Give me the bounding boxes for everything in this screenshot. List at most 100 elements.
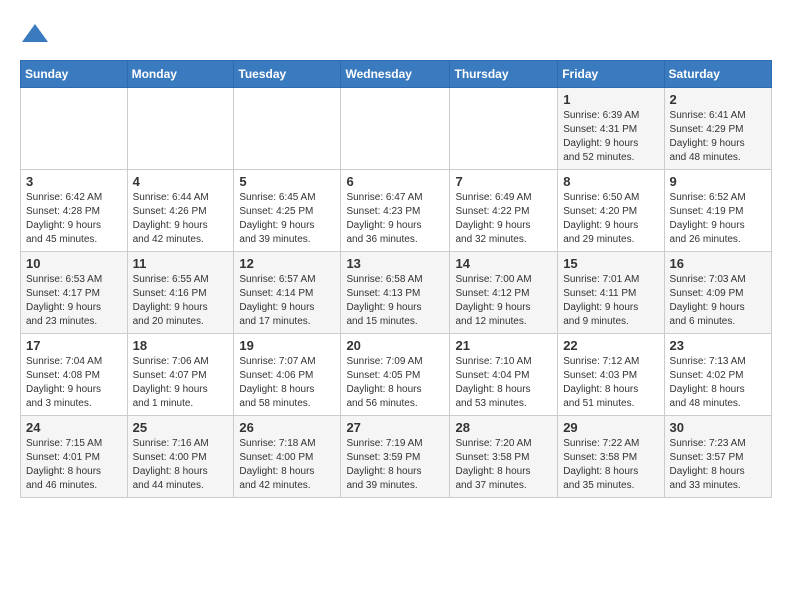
calendar-cell: 13 Sunrise: 6:58 AM Sunset: 4:13 PM Dayli… — [341, 252, 450, 334]
day-info: Sunrise: 7:12 AM Sunset: 4:03 PM Dayligh… — [563, 355, 658, 411]
day-number: 16 — [670, 256, 766, 271]
day-number: 23 — [670, 338, 766, 353]
logo — [20, 20, 54, 50]
day-number: 7 — [455, 174, 552, 189]
calendar-cell — [21, 88, 128, 170]
calendar-cell: 3Sunrise: 6:42 AM Sunset: 4:28 PM Daylig… — [21, 170, 128, 252]
day-info: Sunrise: 7:20 AM Sunset: 3:58 PM Dayligh… — [455, 437, 552, 493]
day-number: 8 — [563, 174, 658, 189]
day-number: 28 — [455, 420, 552, 435]
weekday-header-saturday: Saturday — [664, 61, 771, 88]
day-info: Sunrise: 7:18 AM Sunset: 4:00 PM Dayligh… — [239, 437, 335, 493]
day-info: Sunrise: 6:41 AM Sunset: 4:29 PM Dayligh… — [670, 109, 766, 165]
calendar-week-row: 3Sunrise: 6:42 AM Sunset: 4:28 PM Daylig… — [21, 170, 772, 252]
calendar-cell — [450, 88, 558, 170]
day-info: Sunrise: 6:57 AM Sunset: 4:14 PM Dayligh… — [239, 273, 335, 329]
day-number: 19 — [239, 338, 335, 353]
calendar-cell: 16 Sunrise: 7:03 AM Sunset: 4:09 PM Dayli… — [664, 252, 771, 334]
day-info: Sunrise: 7:23 AM Sunset: 3:57 PM Dayligh… — [670, 437, 766, 493]
day-number: 20 — [346, 338, 444, 353]
calendar-cell: 25 Sunrise: 7:16 AM Sunset: 4:00 PM Dayli… — [127, 416, 234, 498]
day-number: 2 — [670, 92, 766, 107]
calendar-cell: 12 Sunrise: 6:57 AM Sunset: 4:14 PM Dayli… — [234, 252, 341, 334]
day-info: Sunrise: 6:52 AM Sunset: 4:19 PM Dayligh… — [670, 191, 766, 247]
day-info: Sunrise: 7:00 AM Sunset: 4:12 PM Dayligh… — [455, 273, 552, 329]
day-number: 10 — [26, 256, 122, 271]
calendar-cell: 14 Sunrise: 7:00 AM Sunset: 4:12 PM Dayli… — [450, 252, 558, 334]
day-info: Sunrise: 7:10 AM Sunset: 4:04 PM Dayligh… — [455, 355, 552, 411]
calendar-cell: 29Sunrise: 7:22 AM Sunset: 3:58 PM Dayli… — [558, 416, 664, 498]
day-number: 13 — [346, 256, 444, 271]
day-number: 14 — [455, 256, 552, 271]
day-number: 15 — [563, 256, 658, 271]
day-info: Sunrise: 6:42 AM Sunset: 4:28 PM Dayligh… — [26, 191, 122, 247]
day-number: 1 — [563, 92, 658, 107]
calendar-cell: 4 Sunrise: 6:44 AM Sunset: 4:26 PM Daylig… — [127, 170, 234, 252]
calendar-cell: 9Sunrise: 6:52 AM Sunset: 4:19 PM Daylig… — [664, 170, 771, 252]
day-info: Sunrise: 7:16 AM Sunset: 4:00 PM Dayligh… — [133, 437, 229, 493]
day-info: Sunrise: 7:09 AM Sunset: 4:05 PM Dayligh… — [346, 355, 444, 411]
calendar-cell: 6 Sunrise: 6:47 AM Sunset: 4:23 PM Daylig… — [341, 170, 450, 252]
day-info: Sunrise: 6:45 AM Sunset: 4:25 PM Dayligh… — [239, 191, 335, 247]
calendar-cell: 24Sunrise: 7:15 AM Sunset: 4:01 PM Dayli… — [21, 416, 128, 498]
weekday-header-wednesday: Wednesday — [341, 61, 450, 88]
day-info: Sunrise: 7:03 AM Sunset: 4:09 PM Dayligh… — [670, 273, 766, 329]
calendar-cell: 2 Sunrise: 6:41 AM Sunset: 4:29 PM Daylig… — [664, 88, 771, 170]
day-info: Sunrise: 7:06 AM Sunset: 4:07 PM Dayligh… — [133, 355, 229, 411]
calendar-cell: 30 Sunrise: 7:23 AM Sunset: 3:57 PM Dayli… — [664, 416, 771, 498]
calendar-cell — [127, 88, 234, 170]
day-info: Sunrise: 7:04 AM Sunset: 4:08 PM Dayligh… — [26, 355, 122, 411]
page-header — [20, 20, 772, 50]
calendar-week-row: 24Sunrise: 7:15 AM Sunset: 4:01 PM Dayli… — [21, 416, 772, 498]
calendar-week-row: 10 Sunrise: 6:53 AM Sunset: 4:17 PM Dayli… — [21, 252, 772, 334]
calendar-cell: 26 Sunrise: 7:18 AM Sunset: 4:00 PM Dayli… — [234, 416, 341, 498]
calendar-cell — [234, 88, 341, 170]
calendar-cell: 1 Sunrise: 6:39 AM Sunset: 4:31 PM Daylig… — [558, 88, 664, 170]
day-number: 6 — [346, 174, 444, 189]
day-info: Sunrise: 6:49 AM Sunset: 4:22 PM Dayligh… — [455, 191, 552, 247]
weekday-header-friday: Friday — [558, 61, 664, 88]
day-number: 24 — [26, 420, 122, 435]
day-number: 27 — [346, 420, 444, 435]
calendar-cell: 15 Sunrise: 7:01 AM Sunset: 4:11 PM Dayli… — [558, 252, 664, 334]
day-info: Sunrise: 6:47 AM Sunset: 4:23 PM Dayligh… — [346, 191, 444, 247]
calendar-cell: 8 Sunrise: 6:50 AM Sunset: 4:20 PM Daylig… — [558, 170, 664, 252]
calendar-cell: 22 Sunrise: 7:12 AM Sunset: 4:03 PM Dayli… — [558, 334, 664, 416]
day-info: Sunrise: 7:13 AM Sunset: 4:02 PM Dayligh… — [670, 355, 766, 411]
calendar-cell: 20 Sunrise: 7:09 AM Sunset: 4:05 PM Dayli… — [341, 334, 450, 416]
day-number: 5 — [239, 174, 335, 189]
calendar-cell: 27 Sunrise: 7:19 AM Sunset: 3:59 PM Dayli… — [341, 416, 450, 498]
day-number: 26 — [239, 420, 335, 435]
day-info: Sunrise: 6:44 AM Sunset: 4:26 PM Dayligh… — [133, 191, 229, 247]
day-info: Sunrise: 6:39 AM Sunset: 4:31 PM Dayligh… — [563, 109, 658, 165]
day-info: Sunrise: 6:53 AM Sunset: 4:17 PM Dayligh… — [26, 273, 122, 329]
day-number: 12 — [239, 256, 335, 271]
weekday-header-row: SundayMondayTuesdayWednesdayThursdayFrid… — [21, 61, 772, 88]
weekday-header-sunday: Sunday — [21, 61, 128, 88]
calendar-cell: 7 Sunrise: 6:49 AM Sunset: 4:22 PM Daylig… — [450, 170, 558, 252]
calendar-cell: 18 Sunrise: 7:06 AM Sunset: 4:07 PM Dayli… — [127, 334, 234, 416]
calendar-cell: 5 Sunrise: 6:45 AM Sunset: 4:25 PM Daylig… — [234, 170, 341, 252]
logo-icon — [20, 20, 50, 50]
day-number: 17 — [26, 338, 122, 353]
day-number: 4 — [133, 174, 229, 189]
calendar-cell: 28 Sunrise: 7:20 AM Sunset: 3:58 PM Dayli… — [450, 416, 558, 498]
day-info: Sunrise: 6:55 AM Sunset: 4:16 PM Dayligh… — [133, 273, 229, 329]
calendar-cell: 19 Sunrise: 7:07 AM Sunset: 4:06 PM Dayli… — [234, 334, 341, 416]
day-info: Sunrise: 7:19 AM Sunset: 3:59 PM Dayligh… — [346, 437, 444, 493]
day-number: 25 — [133, 420, 229, 435]
calendar-cell: 17 Sunrise: 7:04 AM Sunset: 4:08 PM Dayli… — [21, 334, 128, 416]
day-info: Sunrise: 7:01 AM Sunset: 4:11 PM Dayligh… — [563, 273, 658, 329]
day-number: 30 — [670, 420, 766, 435]
calendar-cell: 23 Sunrise: 7:13 AM Sunset: 4:02 PM Dayli… — [664, 334, 771, 416]
calendar-cell: 10 Sunrise: 6:53 AM Sunset: 4:17 PM Dayli… — [21, 252, 128, 334]
day-number: 22 — [563, 338, 658, 353]
calendar-week-row: 17 Sunrise: 7:04 AM Sunset: 4:08 PM Dayli… — [21, 334, 772, 416]
day-info: Sunrise: 6:58 AM Sunset: 4:13 PM Dayligh… — [346, 273, 444, 329]
day-number: 21 — [455, 338, 552, 353]
calendar-cell — [341, 88, 450, 170]
day-info: Sunrise: 6:50 AM Sunset: 4:20 PM Dayligh… — [563, 191, 658, 247]
day-number: 18 — [133, 338, 229, 353]
day-info: Sunrise: 7:22 AM Sunset: 3:58 PM Dayligh… — [563, 437, 658, 493]
day-info: Sunrise: 7:07 AM Sunset: 4:06 PM Dayligh… — [239, 355, 335, 411]
